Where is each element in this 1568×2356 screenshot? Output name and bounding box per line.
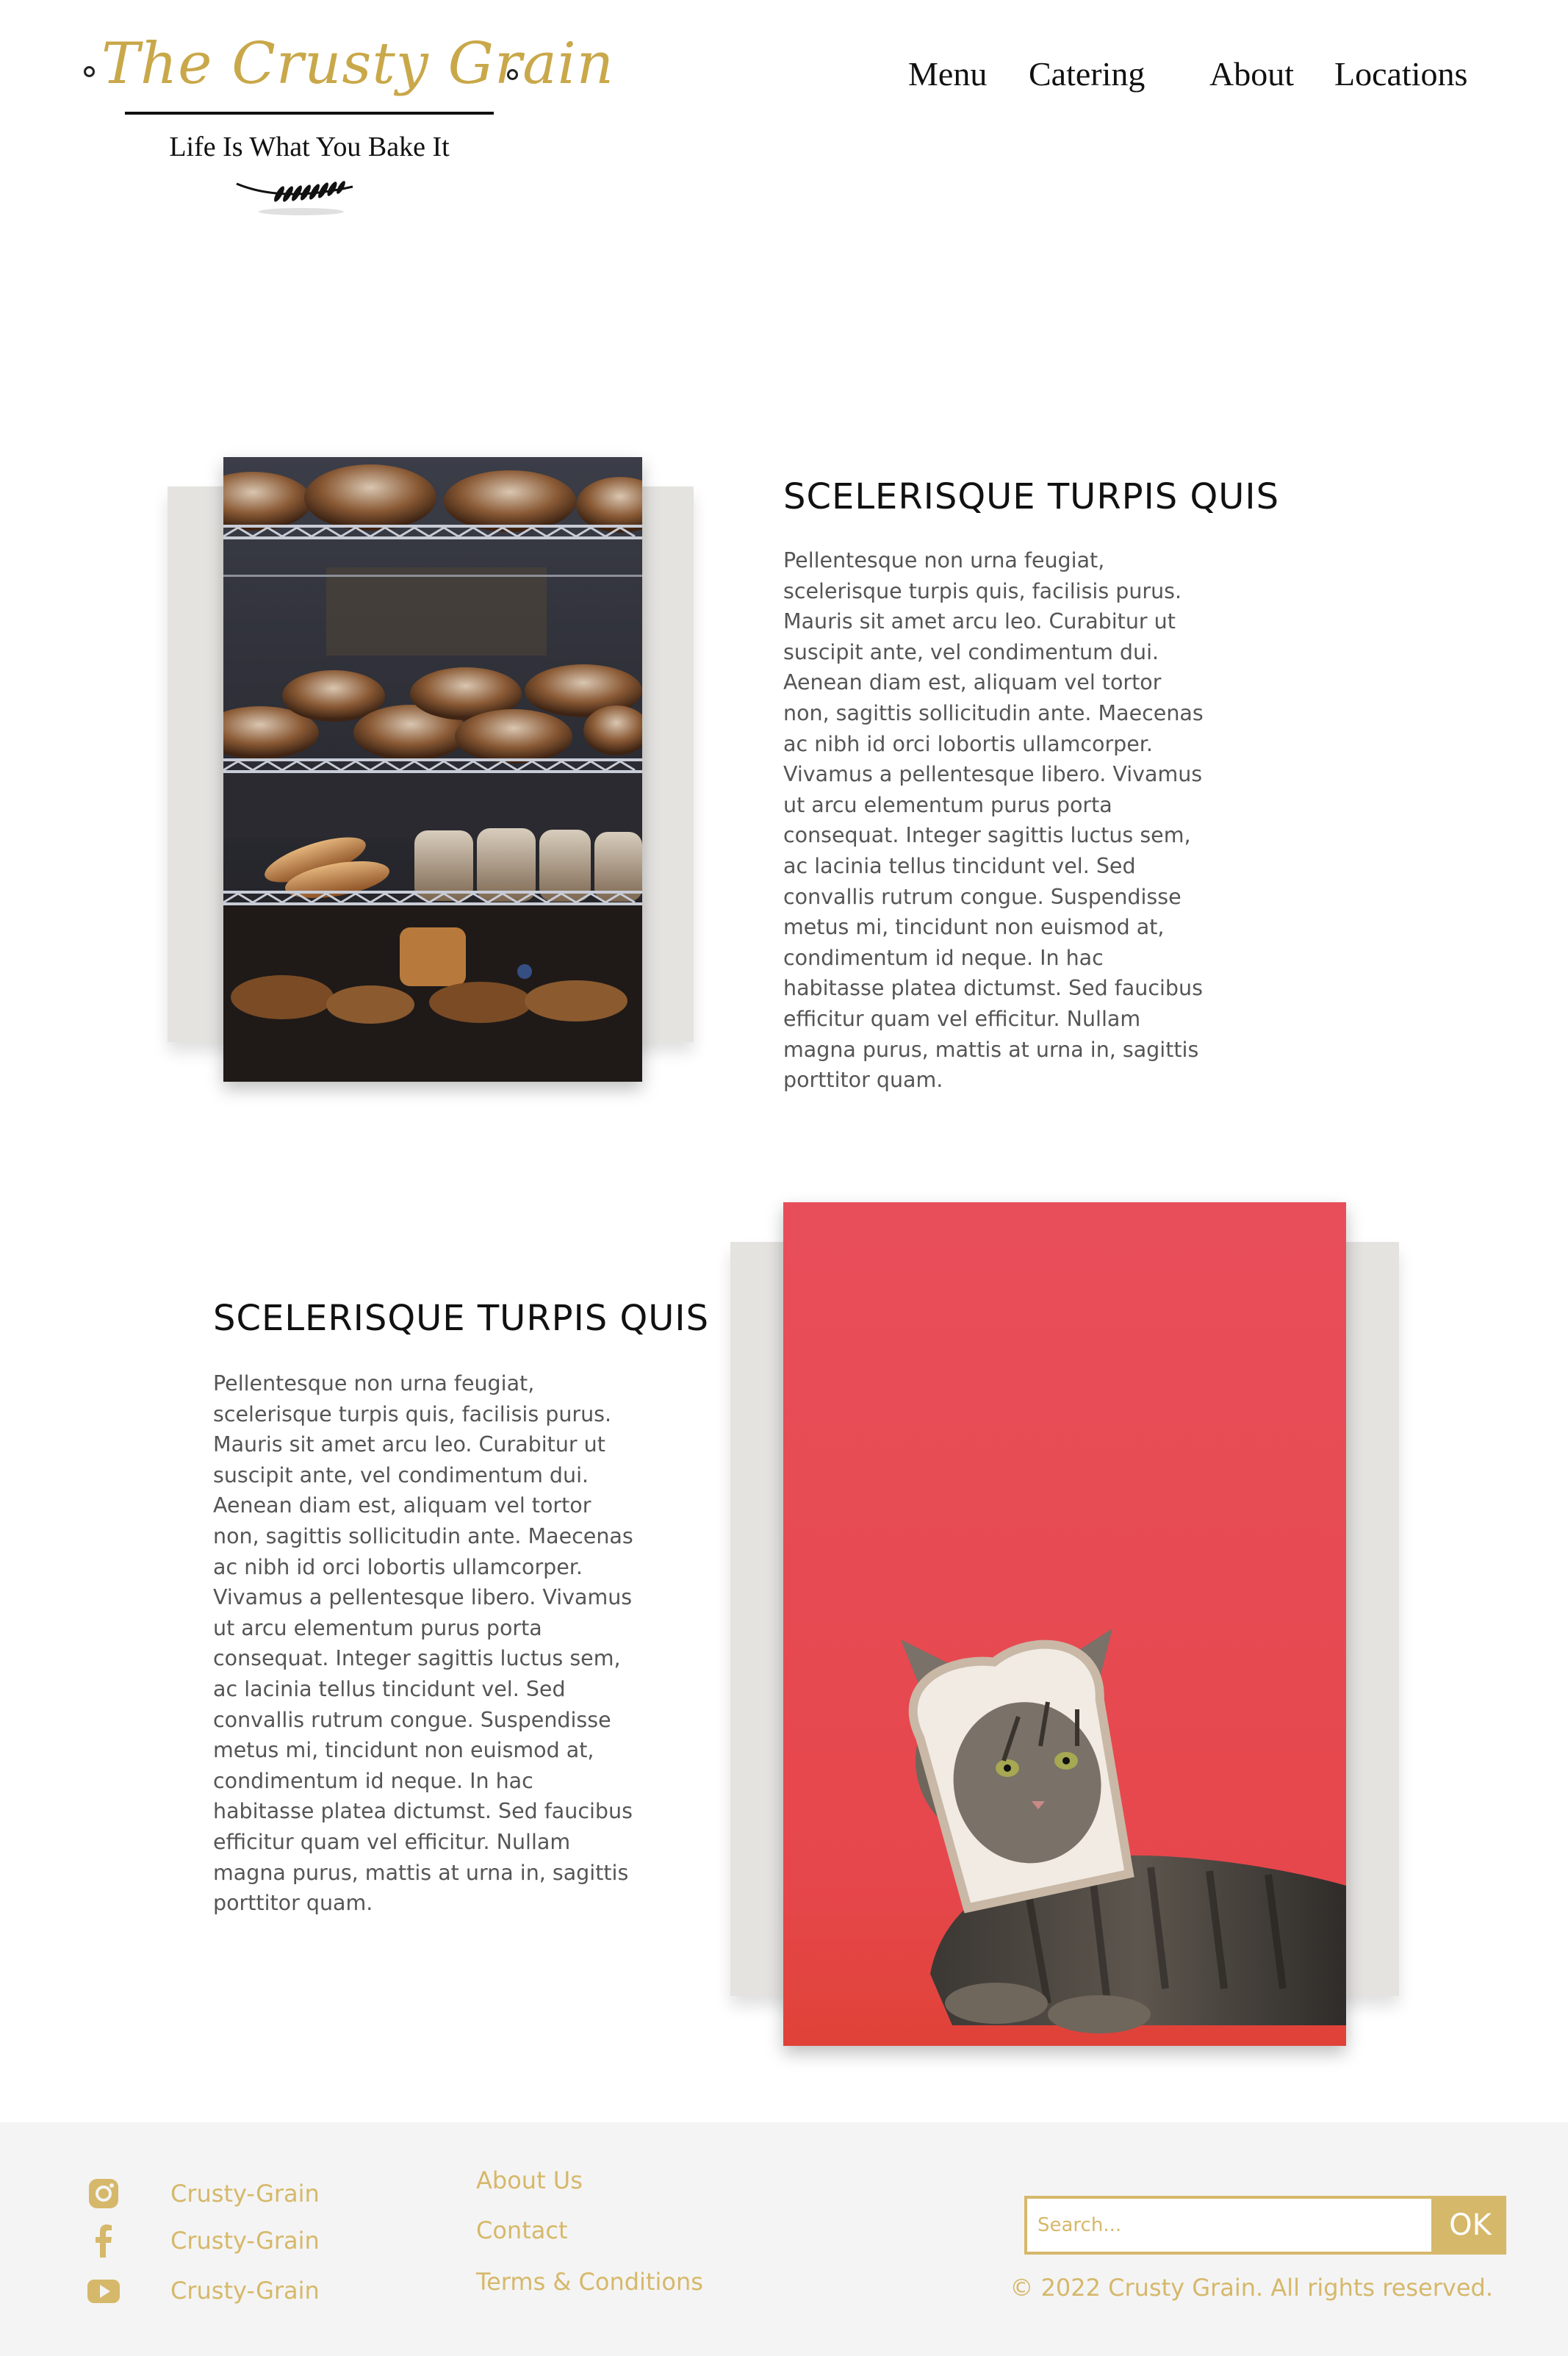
search-form: OK (1024, 2196, 1506, 2255)
logo-tagline: Life Is What You Bake It (169, 132, 450, 162)
facebook-icon (96, 2224, 112, 2258)
search-submit-button[interactable]: OK (1434, 2196, 1506, 2255)
nav-locations[interactable]: Locations (1334, 54, 1467, 93)
site-footer: Crusty-Grain Crusty-Grain Crusty-Grain A… (0, 2122, 1568, 2356)
footer-link-about-us[interactable]: About Us (476, 2166, 583, 2194)
search-input[interactable] (1024, 2196, 1434, 2255)
footer-link-contact[interactable]: Contact (476, 2216, 568, 2244)
section-2-title: SCELERISQUE TURPIS QUIS (213, 1298, 710, 1339)
instagram-icon (89, 2179, 118, 2208)
copyright-text: © 2022 Crusty Grain. All rights reserved… (1010, 2274, 1493, 2302)
nav-catering[interactable]: Catering (1029, 54, 1145, 93)
social-label-instagram[interactable]: Crusty-Grain (170, 2180, 320, 2208)
footer-link-terms[interactable]: Terms & Conditions (476, 2268, 703, 2296)
social-label-facebook[interactable]: Crusty-Grain (170, 2227, 320, 2255)
section-1-body: Pellentesque non urna feugiat, scelerisq… (783, 548, 1204, 1093)
section-1-title: SCELERISQUE TURPIS QUIS (783, 476, 1280, 517)
logo-divider (125, 112, 494, 115)
wheat-icon (236, 181, 353, 215)
section-2-body: Pellentesque non urna feugiat, scelerisq… (213, 1371, 633, 1916)
nav-about[interactable]: About (1209, 54, 1294, 93)
site-header: The Crusty Grain Life Is What You Bake I… (0, 0, 1568, 235)
nav-menu[interactable]: Menu (908, 54, 987, 93)
main-nav: Menu Catering About Locations (0, 54, 1568, 98)
cat-bread-photo (783, 1202, 1346, 2046)
social-facebook[interactable]: Crusty-Grain (87, 2224, 322, 2260)
youtube-icon (87, 2280, 120, 2303)
bread-shelves-photo (223, 457, 642, 1082)
social-label-youtube[interactable]: Crusty-Grain (170, 2277, 320, 2305)
social-youtube[interactable]: Crusty-Grain (87, 2274, 322, 2310)
social-instagram[interactable]: Crusty-Grain (87, 2177, 322, 2213)
